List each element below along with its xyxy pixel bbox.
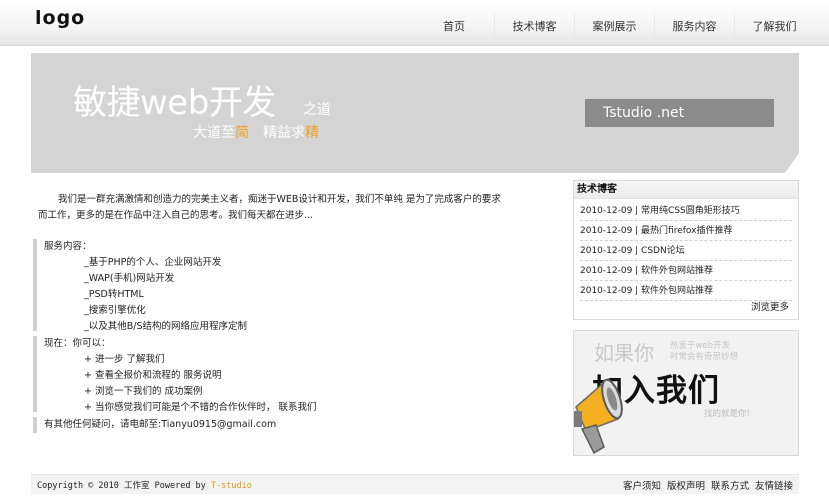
tech-blog-item[interactable]: 2010-12-09 | CSDN论坛: [580, 241, 792, 261]
service-item: _WAP(手机)网站开发: [84, 273, 175, 284]
copyright-brand-link[interactable]: T-studio: [211, 481, 252, 491]
banner-slogan: 大道至简 精益求精: [193, 122, 319, 142]
footer-link-customer-notice[interactable]: 客户须知: [623, 478, 661, 492]
service-item: _搜索引擎优化: [84, 305, 146, 316]
now-block: 现在：你可以： 进一步 了解我们 查看全报价和流程的 服务说明 浏览一下我们的 …: [33, 336, 503, 413]
tech-blog-title: 技术博客: [574, 181, 798, 199]
services-list: _基于PHP的个人、企业网站开发 _WAP(手机)网站开发 _PSD转HTML …: [84, 255, 503, 335]
tech-blog-item[interactable]: 2010-12-09 | 软件外包网站推荐: [580, 261, 792, 281]
now-item-cases[interactable]: 浏览一下我们的 成功案例: [84, 384, 503, 400]
services-title: 服务内容：: [44, 241, 92, 252]
services-block: 服务内容： _基于PHP的个人、企业网站开发 _WAP(手机)网站开发 _PSD…: [33, 239, 503, 332]
slogan-highlight-2: 精: [305, 125, 319, 141]
megaphone-icon: [574, 377, 623, 455]
footer-links: 客户须知 版权声明 联系方式 友情链接: [623, 478, 793, 492]
service-item: _基于PHP的个人、企业网站开发: [84, 257, 222, 268]
tech-blog-box: 技术博客 2010-12-09 | 常用纯CSS圆角矩形技巧 2010-12-0…: [573, 180, 799, 320]
slogan-highlight-1: 简: [235, 125, 249, 141]
service-item: _以及其他B/S结构的网络应用程序定制: [84, 321, 247, 332]
now-list: 进一步 了解我们 查看全报价和流程的 服务说明 浏览一下我们的 成功案例 当你感…: [84, 352, 503, 416]
footer-link-copyright[interactable]: 版权声明: [667, 478, 705, 492]
contact-line: 有其他任何疑问，请电邮至:Tianyu0915@gmail.com: [33, 417, 503, 433]
site-header: logo 首页 技术博客 案例展示 服务内容 了解我们: [0, 0, 829, 46]
now-item-contact[interactable]: 当你感觉我们可能是个不错的合作伙伴时， 联系我们: [84, 400, 503, 416]
intro-paragraph: 我们是一群充满激情和创造力的完美主义者，痴迷于WEB设计和开发，我们不单纯 是为…: [38, 194, 501, 221]
banner-title: 敏捷web开发: [73, 83, 276, 123]
main-nav: 首页 技术博客 案例展示 服务内容 了解我们: [414, 14, 814, 40]
tech-blog-list: 2010-12-09 | 常用纯CSS圆角矩形技巧 2010-12-09 | 最…: [580, 201, 792, 301]
hero-banner: 敏捷web开发 之道 大道至简 精益求精 Tstudio .net: [31, 53, 799, 173]
nav-item-home[interactable]: 首页: [414, 14, 494, 40]
join-found-text: 找的就是你!: [704, 409, 750, 419]
copyright-text: Copyrigth © 2010 工作室 Powered by T-studio: [37, 479, 252, 491]
join-ghost-text: 如果你: [594, 341, 654, 365]
banner-corner-cut: [785, 153, 799, 173]
now-title: 现在：你可以：: [44, 338, 111, 349]
now-item-services[interactable]: 查看全报价和流程的 服务说明: [84, 368, 503, 384]
tech-blog-item[interactable]: 2010-12-09 | 软件外包网站推荐: [580, 281, 792, 301]
join-small-line-2: 时常会有奇思妙想: [670, 352, 739, 362]
join-us-banner[interactable]: 如果你 热衷于web开发 时常会有奇思妙想 加入我们 找的就是你!: [573, 330, 799, 456]
tech-blog-item[interactable]: 2010-12-09 | 常用纯CSS圆角矩形技巧: [580, 201, 792, 221]
nav-item-services[interactable]: 服务内容: [654, 14, 734, 40]
footer-link-contact[interactable]: 联系方式: [711, 478, 749, 492]
slogan-part-2: 精益求: [263, 125, 305, 141]
nav-item-cases[interactable]: 案例展示: [574, 14, 654, 40]
tech-blog-item[interactable]: 2010-12-09 | 最热门firefox插件推荐: [580, 221, 792, 241]
site-footer: Copyrigth © 2010 工作室 Powered by T-studio…: [31, 474, 799, 494]
nav-item-tech-blog[interactable]: 技术博客: [494, 14, 574, 40]
slogan-part-1: 大道至: [193, 125, 235, 141]
join-small-text: 热衷于web开发 时常会有奇思妙想: [670, 341, 738, 363]
banner-title-suffix: 之道: [303, 102, 331, 118]
join-small-line-1: 热衷于web开发: [670, 341, 731, 351]
brand-box: Tstudio .net: [585, 99, 774, 127]
nav-item-about[interactable]: 了解我们: [734, 14, 814, 40]
site-logo[interactable]: logo: [35, 7, 85, 29]
service-item: _PSD转HTML: [84, 289, 144, 300]
now-item-about[interactable]: 进一步 了解我们: [84, 352, 503, 368]
copyright-label: Copyrigth © 2010 工作室 Powered by: [37, 481, 211, 491]
browse-more-link[interactable]: 浏览更多: [751, 299, 789, 313]
footer-link-friends[interactable]: 友情链接: [755, 478, 793, 492]
